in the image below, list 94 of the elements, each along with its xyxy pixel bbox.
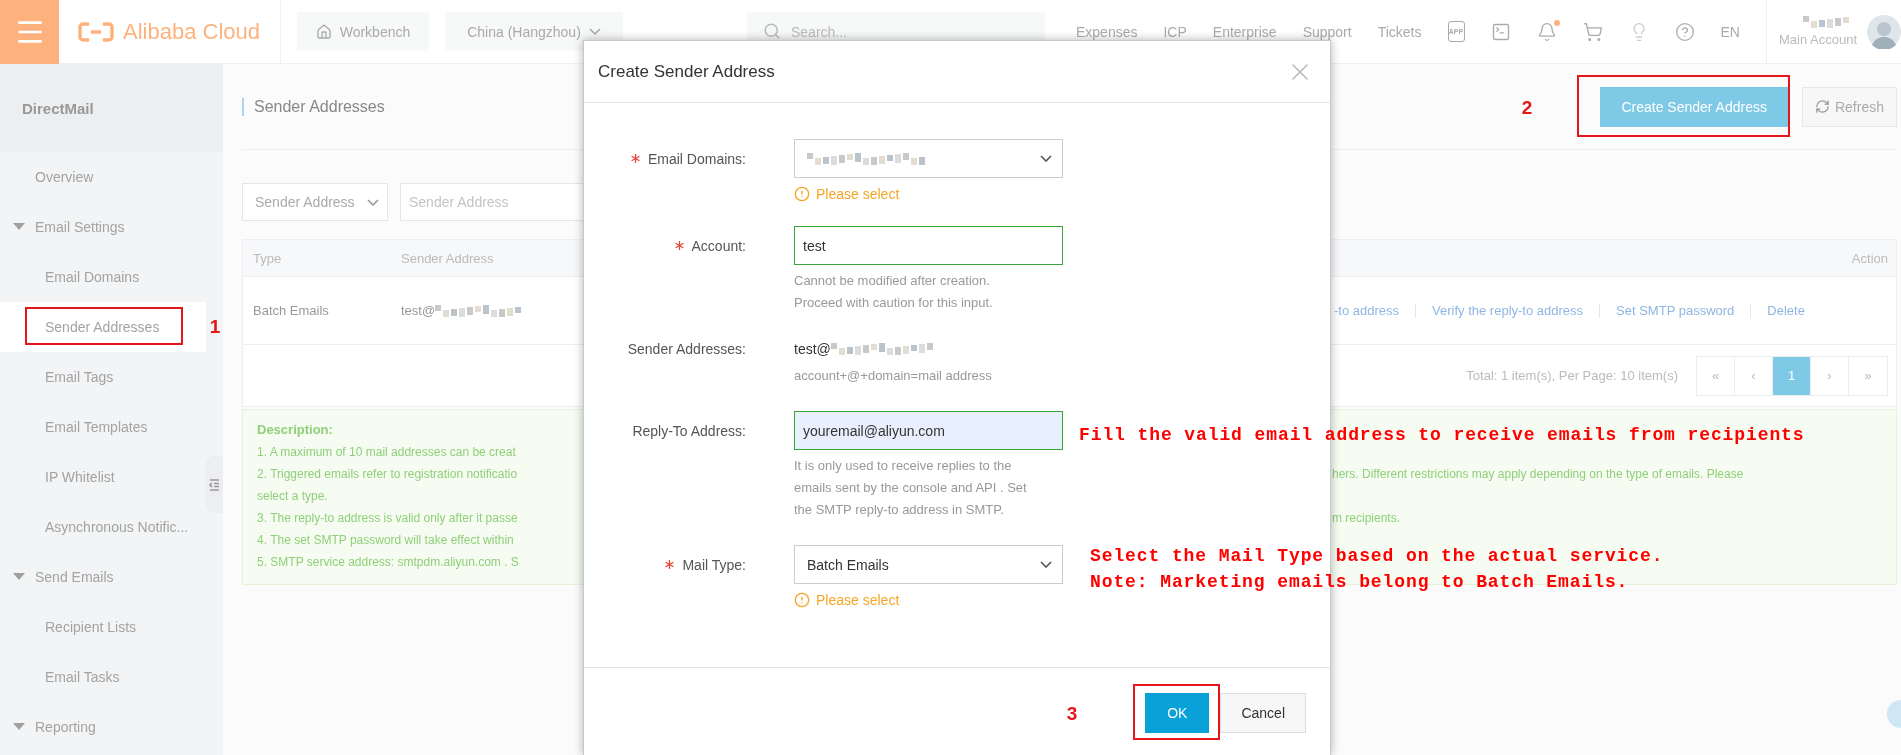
nav-link[interactable]: ICP (1163, 23, 1187, 40)
cart-icon[interactable] (1582, 21, 1603, 42)
field-label: Sender Addresses: (627, 341, 746, 357)
avatar[interactable] (1867, 14, 1901, 49)
action-link[interactable]: Delete (1767, 303, 1805, 318)
create-button[interactable]: Create Sender Address (1600, 86, 1788, 127)
chevron-down-icon (588, 28, 601, 35)
bell-icon[interactable] (1536, 21, 1557, 42)
table-cell-text: Batch Emails (252, 303, 330, 318)
field-label: Mail Type: (682, 556, 746, 573)
page-button[interactable]: 1 (1773, 356, 1811, 395)
sidebar-item[interactable]: Recipient Lists (0, 602, 206, 652)
menu-button[interactable] (0, 0, 59, 64)
column-header: Action (1850, 250, 1888, 266)
description-text: hers. Different restrictions may apply depending on the type of emails. Please (1332, 466, 1745, 483)
sidebar-item[interactable]: Asynchronous Notific... (0, 502, 206, 552)
select-field[interactable]: Batch Emails (794, 545, 1063, 584)
floating-button[interactable] (1887, 700, 1901, 728)
warning-icon (794, 592, 810, 608)
help-icon[interactable] (1674, 21, 1695, 42)
description-text: 5. SMTP service address: smtpdm.aliyun.com . S (257, 554, 520, 571)
pagination-summary: Total: 1 item(s), Per Page: 10 item(s) (1466, 368, 1678, 383)
terminal-icon[interactable] (1490, 21, 1511, 42)
help-text: It is only used to receive replies to the emails sent by the console and API . Set the SMTP reply-to address in SMTP. (794, 457, 1028, 519)
sidebar-item[interactable]: Reporting (0, 702, 206, 752)
sidebar-title: DirectMail (0, 64, 223, 152)
sidebar-item[interactable]: Email Tasks (0, 652, 206, 702)
asterisk-icon (674, 241, 684, 250)
brand-name: Alibaba Cloud (123, 18, 260, 45)
help-text: Cannot be modified after creation. Proceed with caution for this input. (794, 272, 994, 312)
language-label[interactable]: EN (1720, 23, 1740, 40)
column-header: Type (252, 250, 283, 266)
dialog-title: Create Sender Address (598, 61, 775, 82)
refresh-button[interactable]: Refresh (1801, 86, 1897, 127)
sidebar-item[interactable]: IP Whitelist (0, 452, 206, 502)
action-link[interactable]: Set SMTP password (1616, 303, 1735, 318)
sidebar-item[interactable]: Email Tags (0, 352, 206, 402)
sidebar-item[interactable]: Overview (0, 152, 206, 202)
annotation-note: Fill the valid email address to receive emails from recipients (1079, 425, 1805, 445)
chevron-down-icon (1040, 561, 1052, 568)
description-text: m recipients. (1332, 510, 1402, 527)
field-label: Account: (691, 237, 746, 254)
description-text: 3. The reply-to address is valid only after it passe (257, 510, 519, 527)
sidebar-item[interactable]: Email Domains (0, 252, 206, 302)
column-header: Sender Address (400, 250, 494, 266)
chevron-down-icon (367, 198, 379, 206)
help-text: account+@+domain=mail address (794, 367, 993, 385)
step-number: 2 (1521, 97, 1533, 119)
sidebar-item[interactable]: Email Settings (0, 202, 206, 252)
nav-link[interactable]: Tickets (1377, 23, 1422, 40)
annotation-note: Select the Mail Type based on the actual service. (1090, 546, 1664, 566)
region-dropdown[interactable]: China (Hangzhou) (445, 12, 623, 51)
input-field[interactable]: youremail@aliyun.com (794, 411, 1063, 450)
nav-link[interactable]: Expenses (1076, 23, 1138, 40)
ok-button[interactable]: OK (1145, 693, 1210, 733)
description-text: 2. Triggered emails refer to registration notificatio (257, 466, 519, 483)
warning-text: Please select (816, 186, 900, 202)
annotation-note: Note: Marketing emails belong to Batch Emails. (1090, 572, 1629, 592)
field-value: test@ (794, 341, 831, 357)
select-field[interactable] (794, 139, 1063, 178)
sidebar-item[interactable]: Email Templates (0, 402, 206, 452)
field-label: Reply-To Address: (632, 422, 746, 439)
table-cell: test@ (401, 303, 436, 318)
search-icon (763, 22, 781, 40)
logo-icon (78, 20, 114, 43)
account-role[interactable]: Main Account (1778, 32, 1857, 47)
refresh-icon (1814, 99, 1830, 114)
search-field[interactable]: Sender Address (400, 183, 583, 221)
step-number: 1 (209, 316, 221, 338)
action-link[interactable]: -to address (1334, 303, 1400, 318)
description-text: 1. A maximum of 10 mail addresses can be creat (257, 444, 517, 461)
nav-link[interactable]: Support (1302, 23, 1352, 40)
home-icon (315, 23, 332, 40)
page-title: Sender Addresses (242, 97, 385, 116)
sidebar-item[interactable]: Sender Addresses (0, 302, 206, 352)
nav-link[interactable]: Enterprise (1212, 23, 1277, 40)
input-field[interactable]: test (794, 226, 1063, 265)
workbench-button[interactable]: Workbench (297, 12, 429, 51)
description-text: 4. The set SMTP password will take effect within (257, 532, 515, 549)
collapse-handle[interactable] (206, 456, 223, 513)
description-title: Description: (257, 421, 333, 439)
description-text: select a type. (257, 488, 329, 505)
chevron-down-icon (1040, 155, 1052, 162)
filter-select[interactable]: Sender Address (242, 183, 388, 221)
field-label: Email Domains: (647, 150, 746, 167)
asterisk-icon (630, 154, 640, 163)
sidebar-item[interactable]: Send Emails (0, 552, 206, 602)
warning-icon (794, 186, 810, 202)
collapse-icon (209, 478, 220, 491)
asterisk-icon (665, 560, 675, 569)
cancel-button[interactable]: Cancel (1220, 693, 1306, 733)
step-number: 3 (1066, 703, 1078, 725)
warning-text: Please select (816, 592, 900, 608)
action-link[interactable]: Verify the reply-to address (1432, 303, 1584, 318)
